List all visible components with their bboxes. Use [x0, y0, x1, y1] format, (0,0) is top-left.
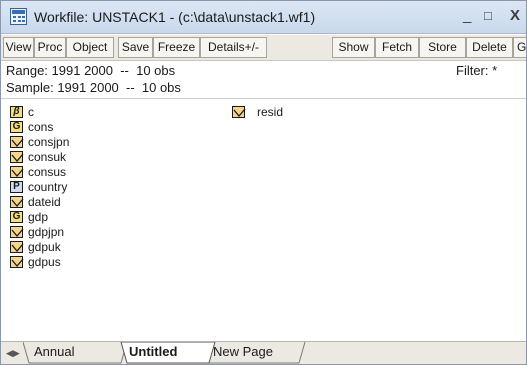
- group-icon: G: [10, 121, 23, 133]
- proc-button[interactable]: Proc: [34, 37, 66, 58]
- show-button[interactable]: Show: [332, 37, 375, 58]
- range-value: 1991 2000 -- 10 obs: [51, 63, 176, 78]
- details-button[interactable]: Details+/-: [200, 37, 267, 58]
- window-title: Workfile: UNSTACK1 - (c:\data\unstack1.w…: [34, 9, 316, 25]
- toolbar: View Proc Object Save Freeze Details+/- …: [1, 35, 526, 61]
- object-label: gdp: [28, 210, 49, 224]
- page-tab-bar: ◀▶ Annual Untitled New Page: [1, 341, 526, 364]
- close-button[interactable]: X: [510, 8, 520, 24]
- title-bar[interactable]: Workfile: UNSTACK1 - (c:\data\unstack1.w…: [1, 1, 526, 34]
- sample-row[interactable]: Sample: 1991 2000 -- 10 obs: [6, 80, 181, 95]
- delete-button[interactable]: Delete: [466, 37, 513, 58]
- object-label: gdpuk: [28, 240, 61, 254]
- filter-text[interactable]: Filter: *: [456, 63, 497, 78]
- tab-untitled[interactable]: Untitled: [129, 342, 177, 363]
- beta-icon: β: [10, 106, 23, 118]
- series-icon: [10, 151, 24, 163]
- object-label: consus: [28, 165, 67, 179]
- object-label: country: [28, 180, 68, 194]
- object-label: dateid: [28, 195, 61, 209]
- series-icon: [10, 136, 24, 148]
- object-label: consuk: [28, 150, 67, 164]
- group-icon: G: [10, 211, 23, 223]
- pool-icon: P: [10, 181, 23, 193]
- object-label: gdpjpn: [28, 225, 65, 239]
- series-icon: [232, 106, 246, 118]
- genr-button[interactable]: G: [513, 37, 526, 58]
- series-icon: [10, 226, 24, 238]
- divider: [1, 98, 526, 99]
- maximize-button[interactable]: □: [484, 8, 492, 24]
- view-button[interactable]: View: [3, 37, 34, 58]
- minimize-button[interactable]: _: [463, 8, 471, 24]
- tab-annual[interactable]: Annual: [34, 342, 74, 363]
- tab-scroll-arrows-icon[interactable]: ◀▶: [6, 346, 23, 361]
- workfile-icon: [10, 8, 27, 25]
- object-label: consjpn: [28, 135, 70, 149]
- save-button[interactable]: Save: [118, 37, 153, 58]
- object-button[interactable]: Object: [66, 37, 114, 58]
- object-label: resid: [257, 105, 284, 119]
- object-label: c: [28, 105, 34, 119]
- series-icon: [10, 256, 24, 268]
- object-label: gdpus: [28, 255, 61, 269]
- freeze-button[interactable]: Freeze: [153, 37, 200, 58]
- series-icon: [10, 196, 24, 208]
- range-label: Range:: [6, 63, 48, 78]
- object-label: cons: [28, 120, 54, 134]
- fetch-button[interactable]: Fetch: [375, 37, 419, 58]
- range-row[interactable]: Range: 1991 2000 -- 10 obs: [6, 63, 175, 78]
- sample-value: 1991 2000 -- 10 obs: [57, 80, 181, 95]
- sample-label: Sample:: [6, 80, 54, 95]
- series-icon: [10, 241, 24, 253]
- series-icon: [10, 166, 24, 178]
- store-button[interactable]: Store: [419, 37, 466, 58]
- workfile-window: Workfile: UNSTACK1 - (c:\data\unstack1.w…: [0, 0, 527, 365]
- tab-new-page[interactable]: New Page: [213, 342, 273, 363]
